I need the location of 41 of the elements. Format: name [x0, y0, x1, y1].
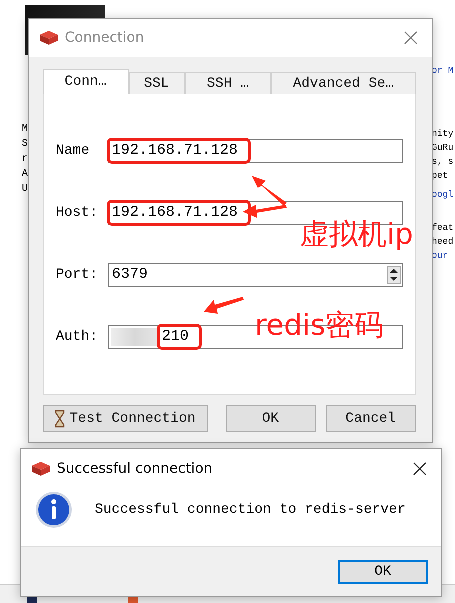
link-fragment[interactable]: our	[432, 251, 454, 262]
field-label: Host:	[56, 205, 100, 221]
field-value: 192.168.71.128	[107, 138, 252, 164]
field-label: Port:	[56, 267, 100, 283]
redis-icon	[31, 461, 51, 477]
dialog-button[interactable]: Test Connection	[43, 405, 208, 432]
dialog-title: Connection	[65, 30, 146, 46]
text-fragment: M	[22, 124, 28, 136]
dialog-title: Successful connection	[57, 461, 214, 477]
tab[interactable]: Advanced Se…	[271, 72, 416, 94]
dialog-button[interactable]: OK	[226, 405, 316, 432]
text-fragment: pet	[432, 171, 450, 182]
text-fragment: S	[22, 139, 28, 151]
arrow	[204, 297, 244, 314]
text-fragment: r	[22, 154, 28, 166]
redaction-blur	[111, 328, 159, 346]
field-label: Name	[56, 143, 91, 159]
message-text: Successful connection to redis-server	[95, 502, 406, 518]
ok-button[interactable]: OK	[338, 560, 428, 584]
field-value: 210	[157, 324, 202, 350]
text-fragment: A	[22, 169, 28, 181]
input-field[interactable]: 6379	[108, 263, 403, 287]
dialog-button[interactable]: Cancel	[326, 405, 416, 432]
tab[interactable]: SSH …	[184, 72, 272, 94]
text-fragment: feat	[432, 223, 454, 234]
field-value: 6379	[111, 265, 150, 285]
input-field[interactable]: 192.168.71.128	[108, 139, 403, 163]
text-fragment: GuRu	[432, 143, 454, 154]
field-value: 192.168.71.128	[107, 200, 252, 226]
text-fragment: s, s	[432, 157, 454, 168]
text-fragment: U	[22, 184, 28, 196]
info-icon	[35, 491, 73, 529]
text-fragment: heed	[432, 237, 454, 248]
hourglass-icon	[54, 410, 65, 428]
redis-icon	[39, 30, 59, 46]
text-fragment: nity	[432, 129, 454, 140]
field-label: Auth:	[56, 329, 100, 345]
tab[interactable]: SSL	[128, 72, 185, 94]
tab[interactable]: Conn…	[43, 69, 129, 94]
link-fragment[interactable]: oogl	[432, 190, 454, 201]
spinner-arrows-icon[interactable]	[387, 266, 401, 284]
